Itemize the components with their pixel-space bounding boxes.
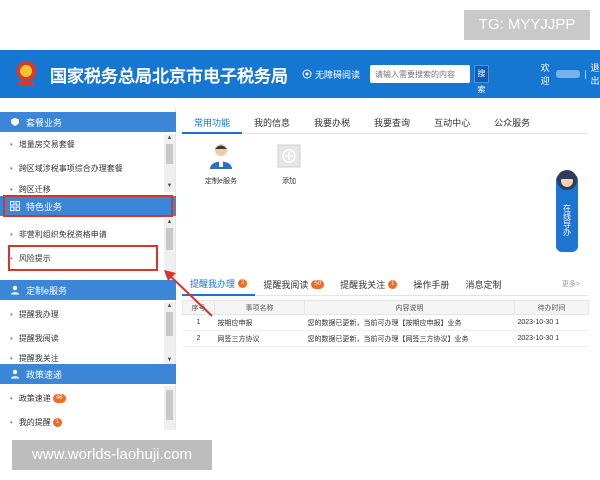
- table-cell: 2: [182, 330, 215, 347]
- table-cell[interactable]: 按期应申报: [214, 314, 305, 331]
- sidebar-item[interactable]: 跨区迁移: [0, 182, 164, 196]
- section-title: 政策速递: [26, 369, 63, 380]
- count-badge: 50: [311, 280, 325, 289]
- highlight-box-risk: [8, 245, 158, 271]
- person-service-icon: [207, 142, 235, 170]
- table-cell: 2023-10-30 1: [514, 314, 589, 331]
- tab-common[interactable]: 常用功能: [182, 112, 243, 134]
- scroll-down-icon[interactable]: ▼: [164, 182, 175, 190]
- tab-public[interactable]: 公众服务: [482, 112, 542, 134]
- sidebar-section-custom[interactable]: 定制e服务: [0, 280, 176, 300]
- user-name-blurred: [556, 70, 581, 78]
- sidebar-item[interactable]: 提醒我阅读: [0, 328, 164, 348]
- red-arrow-annotation: [164, 270, 213, 317]
- watermark-top: TG: MYYJJPP: [464, 10, 590, 40]
- column-header: 内容说明: [304, 300, 515, 315]
- page: TG: MYYJJPP www.worlds-laohuji.com 国家税务总…: [0, 0, 600, 480]
- online-guide-label: 在线导办: [562, 204, 572, 236]
- table-cell[interactable]: 网签三方协议: [214, 330, 305, 347]
- function-label: 定制e服务: [205, 178, 237, 185]
- sidebar-item-reminder[interactable]: 我的提醒 1: [0, 412, 164, 432]
- sidebar-item-policy[interactable]: 政策速递 46: [0, 388, 164, 408]
- scroll-down-icon[interactable]: ▼: [164, 356, 175, 364]
- column-header: 事项名称: [214, 300, 305, 315]
- highlight-box-special: [3, 195, 173, 217]
- table-row[interactable]: 1 按期应申报 您的数据已更新，当前可办理【按期应申报】业务 2023-10-3…: [182, 314, 589, 331]
- scroll-up-icon[interactable]: ▲: [164, 134, 175, 142]
- tab-label: 提醒我阅读: [263, 279, 309, 290]
- main-panel: 常用功能 我的信息 我要办税 我要查询 互动中心 公众服务 定制e服务 添加 在…: [182, 108, 589, 430]
- message-table: 序号 事项名称 内容说明 待办时间 1 按期应申报 您的数据已更新，当前可办理【…: [182, 300, 589, 347]
- header-separator: |: [584, 69, 587, 79]
- search-input[interactable]: [370, 65, 471, 83]
- site-title: 国家税务总局北京市电子税务局: [50, 66, 288, 86]
- scrollbar[interactable]: ▲ ▼: [164, 134, 175, 192]
- tab-my-info[interactable]: 我的信息: [242, 112, 302, 134]
- count-badge: 1: [52, 417, 63, 427]
- count-badge: 46: [52, 393, 66, 403]
- online-guide-button[interactable]: 在线导办: [556, 170, 578, 252]
- tab-do-tax[interactable]: 我要办税: [302, 112, 362, 134]
- tab-label: 提醒我关注: [340, 279, 386, 290]
- function-tabs: 常用功能 我的信息 我要办税 我要查询 互动中心 公众服务: [182, 112, 588, 134]
- agent-avatar-icon: [557, 170, 577, 190]
- sidebar-item[interactable]: 非营利组织免税资格申请: [0, 224, 164, 244]
- scroll-thumb[interactable]: [166, 228, 173, 250]
- welcome-label: 欢迎: [540, 63, 550, 86]
- barrier-free-link[interactable]: 无障碍阅读: [302, 68, 360, 81]
- sidebar-item[interactable]: 跨区域涉税事项综合办理套餐: [0, 158, 164, 178]
- count-badge: 2: [238, 279, 248, 288]
- table-cell: 您的数据已更新，当前可办理【网签三方协议】业务: [304, 330, 515, 347]
- table-header-row: 序号 事项名称 内容说明 待办时间: [182, 300, 589, 315]
- tab-query[interactable]: 我要查询: [362, 112, 422, 134]
- sidebar-item[interactable]: 提醒我办理: [0, 304, 164, 324]
- message-tabs: 提醒我办理 2 提醒我阅读 50 提醒我关注 1 操作手册 消息定制 更多>: [182, 274, 588, 296]
- sidebar-item[interactable]: 增量房交易套餐: [0, 134, 164, 154]
- count-badge: 1: [388, 280, 398, 289]
- scroll-up-icon[interactable]: ▲: [164, 218, 175, 226]
- scroll-thumb[interactable]: [166, 144, 173, 164]
- sidebar-section-package[interactable]: 套餐业务: [0, 112, 176, 132]
- tab-manual[interactable]: 操作手册: [405, 274, 457, 296]
- sidebar-item-label: 我的提醒: [18, 417, 51, 427]
- column-header: 待办时间: [514, 300, 589, 315]
- table-cell: 您的数据已更新，当前可办理【按期应申报】业务: [304, 314, 515, 331]
- table-row[interactable]: 2 网签三方协议 您的数据已更新，当前可办理【网签三方协议】业务 2023-10…: [182, 330, 589, 347]
- function-custom-service[interactable]: 定制e服务: [196, 142, 246, 186]
- tax-emblem-icon: [10, 57, 42, 91]
- watermark-bottom: www.worlds-laohuji.com: [12, 440, 212, 470]
- user-icon: [10, 369, 20, 379]
- logout-link[interactable]: 退出: [591, 61, 600, 87]
- section-title: 套餐业务: [26, 117, 63, 128]
- tab-interaction[interactable]: 互动中心: [422, 112, 482, 134]
- tab-label: 操作手册: [413, 279, 450, 290]
- tab-message-custom[interactable]: 消息定制: [457, 274, 509, 296]
- table-cell: 2023-10-30 1: [514, 330, 589, 347]
- barrier-free-label: 无障碍阅读: [315, 69, 361, 80]
- plus-icon: [275, 142, 303, 170]
- top-header: 国家税务总局北京市电子税务局 无障碍阅读 搜索 欢迎 | 退出: [0, 50, 600, 98]
- shield-icon: [10, 117, 20, 127]
- section-title: 定制e服务: [26, 285, 68, 296]
- function-add[interactable]: 添加: [264, 142, 314, 186]
- sidebar-item[interactable]: 提醒我关注: [0, 352, 164, 364]
- eye-icon: [302, 69, 312, 79]
- search-button[interactable]: 搜索: [474, 65, 489, 94]
- user-icon: [10, 285, 20, 295]
- scroll-thumb[interactable]: [166, 390, 173, 420]
- tab-label: 消息定制: [465, 279, 502, 290]
- more-link[interactable]: 更多>: [554, 274, 588, 296]
- function-label: 添加: [282, 178, 296, 185]
- sidebar-item-label: 政策速递: [18, 393, 51, 403]
- tab-remind-read[interactable]: 提醒我阅读 50: [255, 274, 332, 296]
- sidebar: 套餐业务 增量房交易套餐 跨区域涉税事项综合办理套餐 跨区迁移 ▲ ▼ 特色业务…: [0, 108, 176, 430]
- sidebar-section-policy[interactable]: 政策速递: [0, 364, 176, 384]
- tab-remind-follow[interactable]: 提醒我关注 1: [332, 274, 405, 296]
- scrollbar[interactable]: [164, 386, 175, 430]
